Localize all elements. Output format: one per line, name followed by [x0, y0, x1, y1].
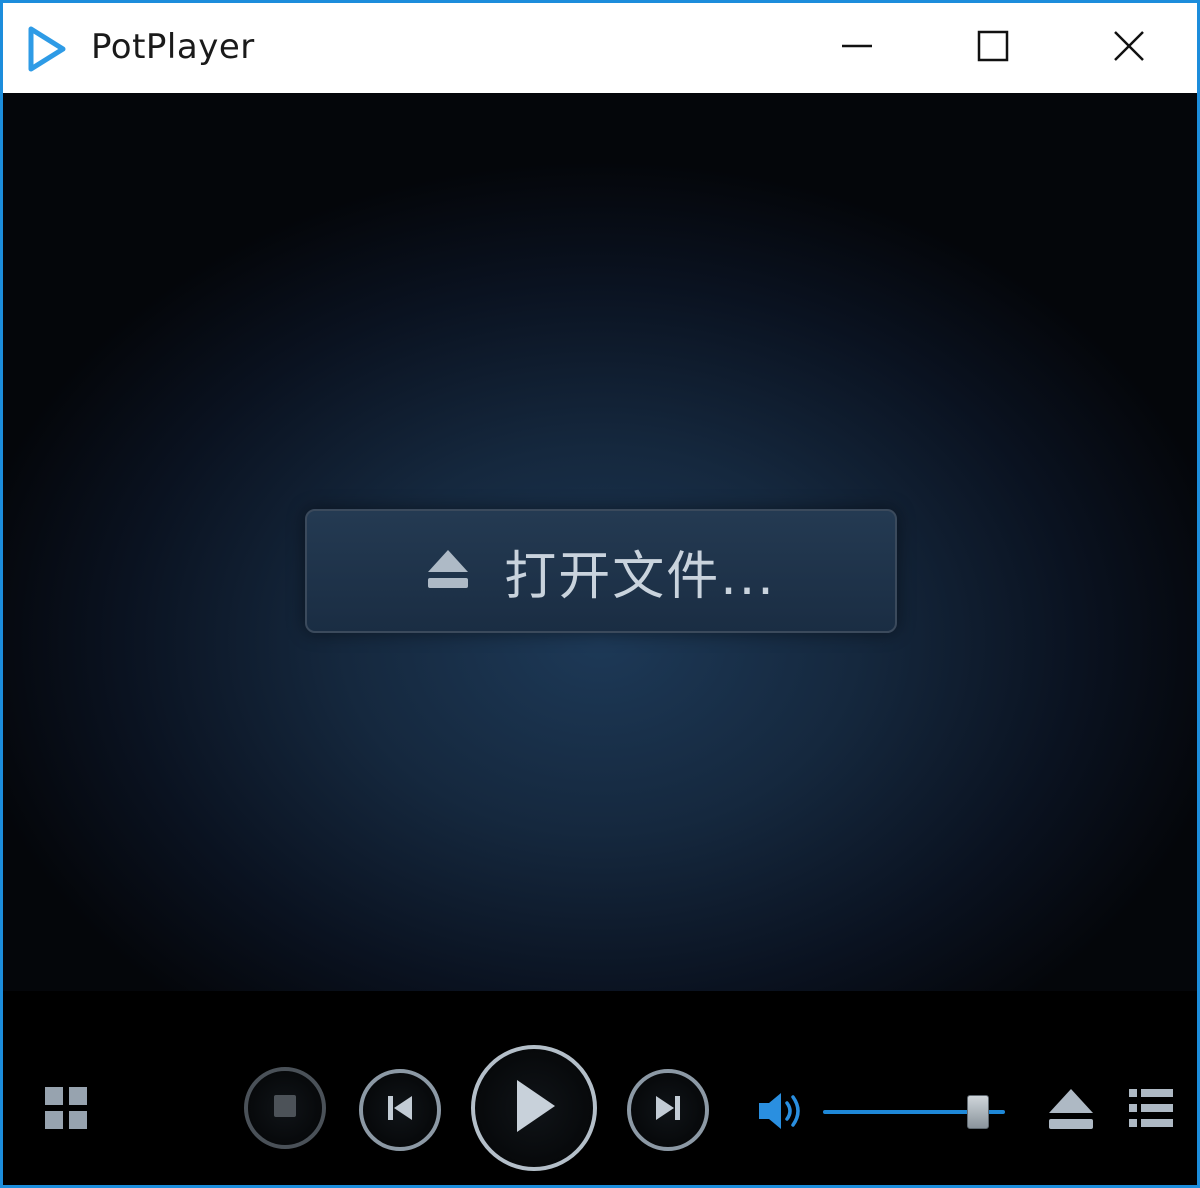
mute-button[interactable]: [755, 1091, 807, 1135]
video-area[interactable]: 打开文件...: [3, 93, 1197, 991]
play-icon: [509, 1076, 559, 1140]
volume-slider[interactable]: [823, 1091, 1005, 1131]
eject-icon: [426, 548, 470, 594]
close-icon: [1112, 29, 1146, 67]
playlist-button[interactable]: [1127, 1089, 1175, 1131]
maximize-icon: [976, 29, 1010, 67]
maximize-button[interactable]: [925, 3, 1061, 93]
close-button[interactable]: [1061, 3, 1197, 93]
control-bar: [3, 991, 1197, 1185]
title-bar[interactable]: PotPlayer: [3, 3, 1197, 93]
open-file-button[interactable]: 打开文件...: [305, 509, 897, 633]
open-file-eject-button[interactable]: [1047, 1089, 1095, 1133]
next-track-icon: [652, 1094, 684, 1126]
play-button[interactable]: [471, 1045, 597, 1171]
play-triangle-icon[interactable]: [25, 25, 69, 73]
next-button[interactable]: [627, 1069, 709, 1151]
open-file-label: 打开文件...: [504, 546, 776, 607]
window-title: PotPlayer: [91, 27, 255, 67]
minimize-button[interactable]: [789, 3, 925, 93]
minimize-icon: [840, 29, 874, 67]
eject-icon: [1047, 1087, 1095, 1135]
previous-track-icon: [384, 1094, 416, 1126]
grid-icon: [43, 1085, 89, 1135]
volume-slider-thumb[interactable]: [967, 1095, 989, 1129]
potplayer-window: PotPlayer 打开文件...: [0, 0, 1200, 1188]
menu-grid-button[interactable]: [43, 1087, 89, 1133]
previous-button[interactable]: [359, 1069, 441, 1151]
volume-speaker-icon: [755, 1089, 807, 1137]
stop-icon: [272, 1093, 298, 1123]
stop-button[interactable]: [244, 1067, 326, 1149]
playlist-icon: [1127, 1087, 1175, 1133]
